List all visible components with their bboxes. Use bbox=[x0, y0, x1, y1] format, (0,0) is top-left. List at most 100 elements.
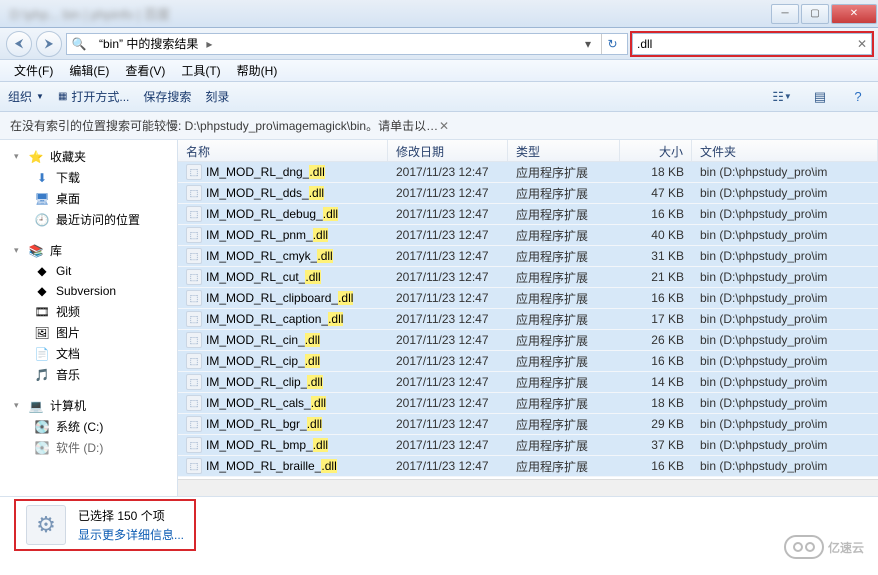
menu-view[interactable]: 查看(V) bbox=[119, 60, 171, 81]
table-row[interactable]: ⬚IM_MOD_RL_dng_.dll2017/11/23 12:47应用程序扩… bbox=[178, 162, 878, 183]
breadcrumb-dropdown[interactable]: ▾ bbox=[579, 34, 597, 54]
col-size[interactable]: 大小 bbox=[620, 140, 692, 161]
search-icon: 🔍 bbox=[71, 36, 87, 52]
app-icon: ▦ bbox=[58, 91, 67, 102]
table-row[interactable]: ⬚IM_MOD_RL_bmp_.dll2017/11/23 12:47应用程序扩… bbox=[178, 435, 878, 456]
sidebar-item-svn[interactable]: ◆Subversion bbox=[2, 281, 175, 301]
toolbar: 组织▼ ▦打开方式... 保存搜索 刻录 ☷ ▼ ▤ ? bbox=[0, 82, 878, 112]
star-icon: ⭐ bbox=[28, 149, 44, 165]
window-title: D:\php... bin | phpinfo | 百度 bbox=[0, 4, 170, 23]
dll-file-icon: ⬚ bbox=[186, 395, 202, 411]
nav-sidebar: ▾⭐收藏夹 ⬇下载 🖥桌面 🕘最近访问的位置 ▾📚库 ◆Git ◆Subvers… bbox=[0, 140, 178, 496]
dll-file-icon: ⬚ bbox=[186, 290, 202, 306]
dll-file-icon: ⬚ bbox=[186, 374, 202, 390]
table-row[interactable]: ⬚IM_MOD_RL_dds_.dll2017/11/23 12:47应用程序扩… bbox=[178, 183, 878, 204]
svn-icon: ◆ bbox=[34, 283, 50, 299]
table-row[interactable]: ⬚IM_MOD_RL_cut_.dll2017/11/23 12:47应用程序扩… bbox=[178, 267, 878, 288]
table-row[interactable]: ⬚IM_MOD_RL_cmyk_.dll2017/11/23 12:47应用程序… bbox=[178, 246, 878, 267]
table-row[interactable]: ⬚IM_MOD_RL_clip_.dll2017/11/23 12:47应用程序… bbox=[178, 372, 878, 393]
dll-file-icon: ⬚ bbox=[186, 248, 202, 264]
open-with-button[interactable]: ▦打开方式... bbox=[58, 88, 129, 105]
close-button[interactable]: ✕ bbox=[831, 4, 877, 24]
organize-button[interactable]: 组织▼ bbox=[8, 88, 44, 105]
picture-icon: 🖼 bbox=[34, 325, 50, 341]
save-search-button[interactable]: 保存搜索 bbox=[143, 88, 191, 105]
sidebar-item-music[interactable]: 🎵音乐 bbox=[2, 364, 175, 385]
sidebar-item-pictures[interactable]: 🖼图片 bbox=[2, 322, 175, 343]
git-icon: ◆ bbox=[34, 263, 50, 279]
breadcrumb[interactable]: 🔍 “bin” 中的搜索结果 ▸ ▾ ↻ bbox=[66, 33, 628, 55]
table-row[interactable]: ⬚IM_MOD_RL_braille_.dll2017/11/23 12:47应… bbox=[178, 456, 878, 477]
col-name[interactable]: 名称 bbox=[178, 140, 388, 161]
dll-file-icon: ⬚ bbox=[186, 458, 202, 474]
view-options-button[interactable]: ☷ ▼ bbox=[770, 85, 794, 109]
column-headers: 名称 修改日期 类型 大小 文件夹 bbox=[178, 140, 878, 162]
table-row[interactable]: ⬚IM_MOD_RL_cals_.dll2017/11/23 12:47应用程序… bbox=[178, 393, 878, 414]
favorites-header[interactable]: ▾⭐收藏夹 bbox=[2, 146, 175, 167]
table-row[interactable]: ⬚IM_MOD_RL_bgr_.dll2017/11/23 12:47应用程序扩… bbox=[178, 414, 878, 435]
menu-tools[interactable]: 工具(T) bbox=[175, 60, 226, 81]
col-folder[interactable]: 文件夹 bbox=[692, 140, 878, 161]
menu-help[interactable]: 帮助(H) bbox=[231, 60, 284, 81]
download-icon: ⬇ bbox=[34, 170, 50, 186]
help-button[interactable]: ? bbox=[846, 85, 870, 109]
search-input[interactable] bbox=[637, 37, 853, 51]
maximize-button[interactable]: ▢ bbox=[801, 4, 829, 24]
horizontal-scrollbar[interactable] bbox=[178, 479, 878, 496]
sidebar-item-drive-c[interactable]: 💽系统 (C:) bbox=[2, 416, 175, 437]
libraries-header[interactable]: ▾📚库 bbox=[2, 240, 175, 261]
file-rows: ⬚IM_MOD_RL_dng_.dll2017/11/23 12:47应用程序扩… bbox=[178, 162, 878, 479]
table-row[interactable]: ⬚IM_MOD_RL_cin_.dll2017/11/23 12:47应用程序扩… bbox=[178, 330, 878, 351]
dll-file-icon: ⬚ bbox=[186, 164, 202, 180]
dll-file-icon: ⬚ bbox=[186, 353, 202, 369]
menu-edit[interactable]: 编辑(E) bbox=[63, 60, 115, 81]
drive-icon: 💽 bbox=[34, 419, 50, 435]
computer-icon: 💻 bbox=[28, 398, 44, 414]
search-box[interactable]: ✕ bbox=[632, 33, 872, 55]
file-list: 名称 修改日期 类型 大小 文件夹 ⬚IM_MOD_RL_dng_.dll201… bbox=[178, 140, 878, 496]
col-type[interactable]: 类型 bbox=[508, 140, 620, 161]
document-icon: 📄 bbox=[34, 346, 50, 362]
show-details-link[interactable]: 显示更多详细信息... bbox=[78, 526, 184, 543]
dll-file-icon: ⬚ bbox=[186, 332, 202, 348]
info-bar[interactable]: 在没有索引的位置搜索可能较慢: D:\phpstudy_pro\imagemag… bbox=[0, 112, 878, 140]
preview-pane-button[interactable]: ▤ bbox=[808, 85, 832, 109]
table-row[interactable]: ⬚IM_MOD_RL_clipboard_.dll2017/11/23 12:4… bbox=[178, 288, 878, 309]
table-row[interactable]: ⬚IM_MOD_RL_caption_.dll2017/11/23 12:47应… bbox=[178, 309, 878, 330]
dll-file-icon: ⬚ bbox=[186, 269, 202, 285]
table-row[interactable]: ⬚IM_MOD_RL_debug_.dll2017/11/23 12:47应用程… bbox=[178, 204, 878, 225]
col-date[interactable]: 修改日期 bbox=[388, 140, 508, 161]
forward-button[interactable]: ⮞ bbox=[36, 31, 62, 57]
sidebar-item-videos[interactable]: 🎞视频 bbox=[2, 301, 175, 322]
clear-search-icon[interactable]: ✕ bbox=[857, 37, 867, 51]
refresh-button[interactable]: ↻ bbox=[601, 34, 623, 54]
table-row[interactable]: ⬚IM_MOD_RL_pnm_.dll2017/11/23 12:47应用程序扩… bbox=[178, 225, 878, 246]
menu-bar: 文件(F) 编辑(E) 查看(V) 工具(T) 帮助(H) bbox=[0, 60, 878, 82]
sidebar-item-downloads[interactable]: ⬇下载 bbox=[2, 167, 175, 188]
dll-file-icon: ⬚ bbox=[186, 185, 202, 201]
menu-file[interactable]: 文件(F) bbox=[8, 60, 59, 81]
dll-file-icon: ⬚ bbox=[186, 416, 202, 432]
computer-header[interactable]: ▾💻计算机 bbox=[2, 395, 175, 416]
info-text: 在没有索引的位置搜索可能较慢: D:\phpstudy_pro\imagemag… bbox=[10, 117, 439, 134]
table-row[interactable]: ⬚IM_MOD_RL_cip_.dll2017/11/23 12:47应用程序扩… bbox=[178, 351, 878, 372]
sidebar-item-git[interactable]: ◆Git bbox=[2, 261, 175, 281]
minimize-button[interactable]: ─ bbox=[771, 4, 799, 24]
desktop-icon: 🖥 bbox=[34, 191, 50, 207]
drive-icon: 💽 bbox=[34, 440, 50, 456]
sidebar-item-recent[interactable]: 🕘最近访问的位置 bbox=[2, 209, 175, 230]
dll-file-icon: ⬚ bbox=[186, 311, 202, 327]
recent-icon: 🕘 bbox=[34, 212, 50, 228]
sidebar-item-drive-d[interactable]: 💽软件 (D:) bbox=[2, 437, 175, 458]
chevron-right-icon: ▸ bbox=[206, 37, 212, 51]
music-icon: 🎵 bbox=[34, 367, 50, 383]
breadcrumb-segment: “bin” 中的搜索结果 bbox=[95, 35, 202, 52]
selection-icon: ⚙ bbox=[26, 505, 66, 545]
sidebar-item-desktop[interactable]: 🖥桌面 bbox=[2, 188, 175, 209]
info-close-icon[interactable]: ✕ bbox=[439, 119, 868, 133]
back-button[interactable]: ⮜ bbox=[6, 31, 32, 57]
dll-file-icon: ⬚ bbox=[186, 206, 202, 222]
sidebar-item-documents[interactable]: 📄文档 bbox=[2, 343, 175, 364]
burn-button[interactable]: 刻录 bbox=[205, 88, 229, 105]
selection-count: 已选择 150 个项 bbox=[78, 507, 184, 524]
